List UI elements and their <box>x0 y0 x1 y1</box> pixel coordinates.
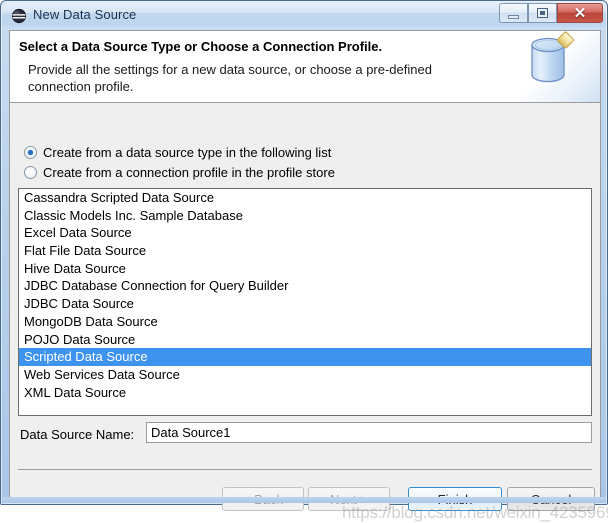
close-button[interactable]: ✕ <box>557 3 603 23</box>
radio-create-from-profile[interactable]: Create from a connection profile in the … <box>24 165 335 182</box>
data-source-name-input[interactable] <box>146 422 592 443</box>
list-item[interactable]: Hive Data Source <box>19 260 591 278</box>
list-item[interactable]: Flat File Data Source <box>19 242 591 260</box>
data-source-name-label: Data Source Name: <box>20 427 135 442</box>
minimize-button[interactable] <box>499 3 528 23</box>
list-item[interactable]: POJO Data Source <box>19 331 591 349</box>
wizard-header: Select a Data Source Type or Choose a Co… <box>10 31 600 103</box>
list-item[interactable]: XML Data Source <box>19 384 591 402</box>
maximize-icon <box>537 8 548 18</box>
window-frame-bottom <box>2 497 606 503</box>
radio-selected-icon <box>24 146 37 159</box>
title-bar[interactable]: New Data Source ✕ <box>2 2 606 30</box>
birt-sphere-icon <box>11 8 27 24</box>
list-item[interactable]: Scripted Data Source <box>19 348 591 366</box>
data-source-type-list[interactable]: Cassandra Scripted Data Source Classic Mo… <box>18 188 592 416</box>
dialog-client-area: Select a Data Source Type or Choose a Co… <box>9 30 608 522</box>
list-item[interactable]: Web Services Data Source <box>19 366 591 384</box>
button-bar-separator <box>18 469 592 470</box>
list-item[interactable]: JDBC Database Connection for Query Build… <box>19 277 591 295</box>
radio-create-from-profile-label: Create from a connection profile in the … <box>43 165 335 180</box>
radio-create-from-type-label: Create from a data source type in the fo… <box>43 145 332 160</box>
radio-create-from-type[interactable]: Create from a data source type in the fo… <box>24 145 331 162</box>
radio-unselected-icon <box>24 166 37 179</box>
close-icon: ✕ <box>573 5 587 22</box>
list-item[interactable]: Excel Data Source <box>19 224 591 242</box>
list-item[interactable]: Cassandra Scripted Data Source <box>19 189 591 207</box>
database-cylinder-icon <box>531 31 574 83</box>
window-title: New Data Source <box>33 7 137 22</box>
header-icon-area <box>518 31 600 102</box>
maximize-button[interactable] <box>528 3 557 23</box>
dialog-window: New Data Source ✕ Select a Data Source T… <box>0 0 608 522</box>
list-item[interactable]: Classic Models Inc. Sample Database <box>19 207 591 225</box>
page-title: Select a Data Source Type or Choose a Co… <box>19 39 383 54</box>
page-description: Provide all the settings for a new data … <box>28 62 432 94</box>
minimize-icon <box>508 15 519 19</box>
list-item[interactable]: MongoDB Data Source <box>19 313 591 331</box>
list-item[interactable]: JDBC Data Source <box>19 295 591 313</box>
